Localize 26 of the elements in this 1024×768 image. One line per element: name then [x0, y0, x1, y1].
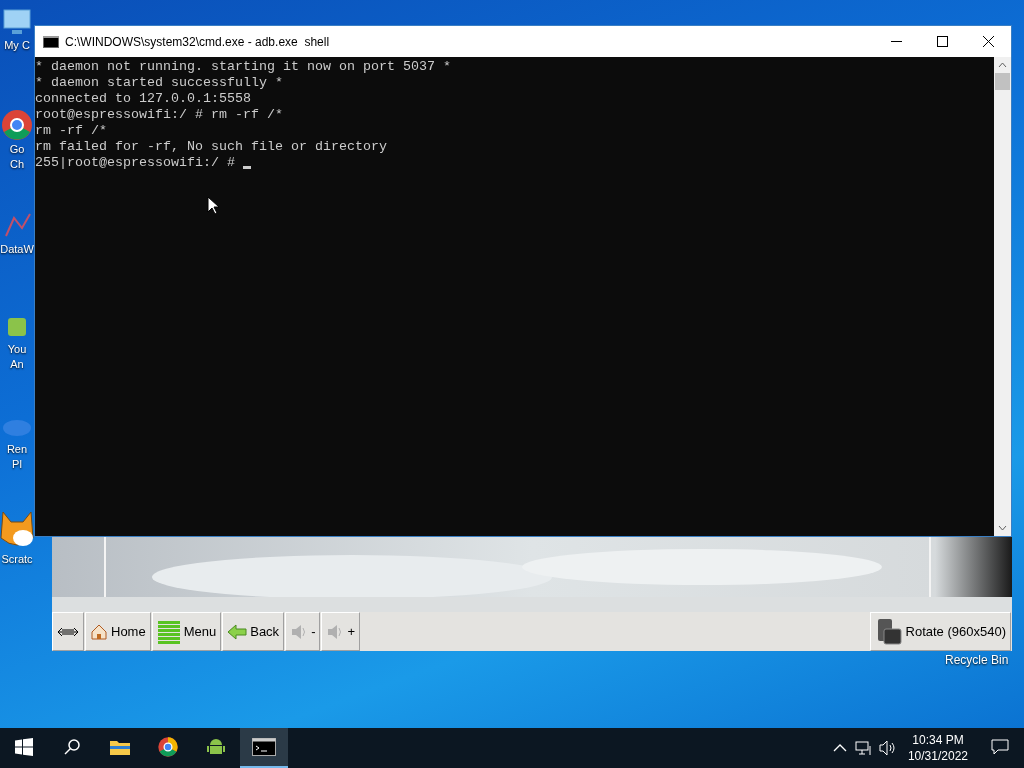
console-line: rm failed for -rf, No such file or directory [35, 139, 387, 155]
desktop-icon-label[interactable]: Ren [6, 442, 28, 457]
desktop-icon-label[interactable]: You [7, 342, 27, 357]
console-line: connected to 127.0.0.1:5558 [35, 91, 251, 107]
clock-time[interactable]: 10:34 PM [912, 732, 964, 748]
desktop-icon-label[interactable]: Go [9, 142, 25, 157]
clock-date[interactable]: 10/31/2022 [907, 748, 968, 764]
desktop-icon-label[interactable]: Pl [12, 457, 22, 472]
menu-button[interactable]: Menu [151, 612, 222, 651]
desktop-icon-label[interactable]: DataW [0, 242, 34, 257]
back-button[interactable]: Back [222, 612, 285, 651]
console-line: * daemon not running. starting it now on port 5037 * [35, 59, 451, 75]
home-button[interactable]: Home [85, 612, 151, 651]
console-line: * daemon started successfully * [35, 75, 283, 91]
volume-button[interactable]: - [285, 612, 321, 651]
console-line: rm -rf /* [35, 123, 107, 139]
desktop-icon-label[interactable]: Recycle Bin [945, 653, 1009, 667]
desktop-icon-label[interactable]: Scratc [1, 552, 33, 567]
desktop-icon-label[interactable]: My C [4, 38, 30, 53]
desktop-icon-label[interactable]: An [10, 357, 24, 372]
volume-button[interactable]: + [321, 612, 361, 651]
console-line: 255|root@espressowifi:/ # [35, 155, 236, 171]
rotate-button[interactable]: Rotate (960x540) [869, 612, 1011, 651]
console-line: root@espressowifi:/ # rm -rf /* [35, 107, 283, 123]
desktop-icon-label[interactable]: Ch [9, 157, 25, 172]
window-title: C:\WINDOWS\system32\cmd.exe - adb.exe shell [65, 34, 331, 49]
